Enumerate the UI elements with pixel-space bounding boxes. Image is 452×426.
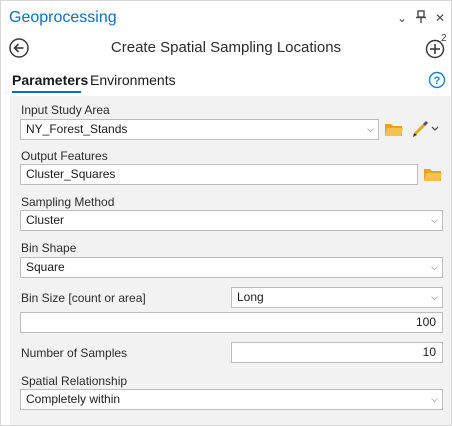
browse-output-button[interactable]	[423, 164, 443, 184]
bin-size-unit-dropdown[interactable]: Long ⌵	[231, 287, 443, 308]
spatial-relationship-dropdown[interactable]: Completely within ⌵	[20, 389, 443, 410]
bin-size-label: Bin Size [count or area]	[21, 291, 146, 305]
spatial-relationship-value: Completely within	[26, 392, 121, 406]
add-tool-button[interactable]: 2	[424, 33, 450, 61]
bin-size-unit-value: Long	[237, 290, 264, 304]
chevron-down-icon: ⌵	[431, 292, 438, 302]
chevron-down-icon: ⌵	[431, 215, 438, 225]
close-icon[interactable]: ✕	[433, 10, 447, 26]
number-of-samples-value: 10	[422, 345, 436, 359]
input-study-area-value: NY_Forest_Stands	[26, 122, 128, 136]
bin-shape-label: Bin Shape	[21, 241, 77, 255]
help-button[interactable]: ?	[428, 71, 446, 89]
sampling-method-label: Sampling Method	[21, 195, 115, 209]
number-of-samples-label: Number of Samples	[21, 346, 128, 360]
spatial-relationship-label: Spatial Relationship	[21, 374, 128, 388]
add-badge: 2	[441, 33, 447, 44]
input-study-area-label: Input Study Area	[21, 103, 110, 117]
browse-input-button[interactable]	[384, 119, 404, 139]
geoprocessing-pane: Geoprocessing ⌄ ✕ Create Spatial Samplin…	[0, 0, 452, 426]
sketch-input-button[interactable]	[411, 119, 441, 139]
output-features-input[interactable]: Cluster_Squares	[20, 164, 418, 185]
sampling-method-value: Cluster	[26, 213, 65, 227]
chevron-down-icon: ⌵	[431, 262, 438, 272]
number-of-samples-input[interactable]: 10	[231, 342, 443, 363]
input-study-area-dropdown[interactable]: NY_Forest_Stands ⌵	[20, 119, 379, 140]
bin-size-value: 100	[415, 315, 436, 329]
output-features-value: Cluster_Squares	[26, 167, 116, 181]
chevron-down-icon: ⌵	[367, 124, 374, 134]
active-tab-indicator	[12, 91, 81, 93]
bin-shape-dropdown[interactable]: Square ⌵	[20, 257, 443, 278]
pane-title-bar: Geoprocessing ⌄ ✕	[1, 1, 451, 35]
folder-icon	[424, 169, 442, 181]
bin-shape-value: Square	[26, 260, 65, 274]
tool-title: Create Spatial Sampling Locations	[110, 39, 342, 56]
bin-size-input[interactable]: 100	[20, 312, 443, 333]
tab-environments[interactable]: Environments	[90, 72, 176, 88]
pencil-icon	[413, 120, 439, 137]
pane-menu-icon[interactable]: ⌄	[395, 10, 409, 26]
output-features-label: Output Features	[21, 149, 108, 163]
svg-text:?: ?	[434, 75, 441, 87]
folder-icon	[385, 124, 403, 136]
pane-title: Geoprocessing	[9, 9, 117, 26]
help-icon: ?	[428, 71, 446, 89]
sampling-method-dropdown[interactable]: Cluster ⌵	[20, 210, 443, 231]
chevron-down-icon: ⌵	[431, 394, 438, 404]
tab-parameters[interactable]: Parameters	[12, 72, 88, 88]
pin-icon[interactable]	[414, 10, 428, 26]
